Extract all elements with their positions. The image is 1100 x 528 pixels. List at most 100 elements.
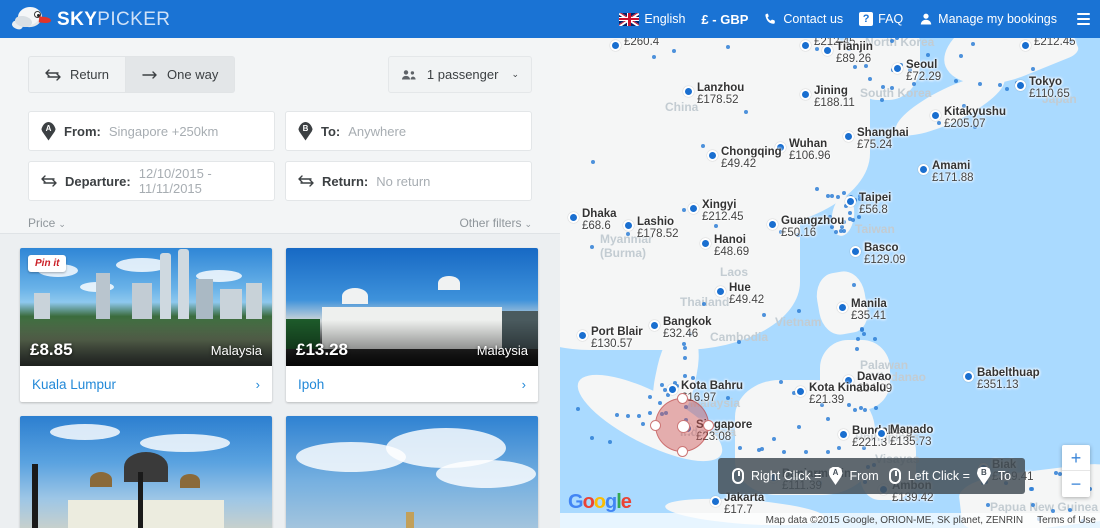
map-minor-airport-dot[interactable]: [743, 109, 748, 114]
result-card[interactable]: Pin it £8.85 Malaysia Kuala Lumpur ›: [20, 248, 272, 402]
result-card[interactable]: [20, 416, 272, 528]
map-city-dot[interactable]: [795, 386, 806, 397]
radius-handle-right[interactable]: [703, 420, 714, 431]
map-minor-airport-dot[interactable]: [998, 83, 1003, 87]
map-minor-airport-dot[interactable]: [690, 375, 695, 380]
other-filters-toggle[interactable]: Other filters ⌄: [459, 216, 532, 230]
map-zoom-controls[interactable]: + −: [1062, 445, 1090, 497]
destination-link[interactable]: Kuala Lumpur ›: [20, 366, 272, 402]
map-minor-airport-dot[interactable]: [672, 48, 677, 53]
map-city-dot[interactable]: [876, 428, 887, 439]
map-city-dot[interactable]: [930, 110, 941, 121]
map-minor-airport-dot[interactable]: [879, 97, 884, 102]
terms-of-use-link[interactable]: Terms of Use: [1037, 515, 1096, 526]
map-city-dot[interactable]: [843, 131, 854, 142]
map-minor-airport-dot[interactable]: [647, 395, 652, 400]
map-city-dot[interactable]: [918, 164, 929, 175]
map-city-dot[interactable]: [892, 63, 903, 74]
map-city-dot[interactable]: [610, 40, 621, 51]
return-date-input[interactable]: Return: No return: [285, 161, 532, 201]
language-selector[interactable]: English: [619, 12, 685, 26]
map-city-dot[interactable]: [667, 384, 678, 395]
map-minor-airport-dot[interactable]: [855, 336, 860, 341]
from-input[interactable]: A From: Singapore +250km: [28, 111, 275, 151]
map-minor-airport-dot[interactable]: [625, 232, 630, 237]
logo[interactable]: SKYPICKER: [0, 4, 170, 34]
map-city-dot[interactable]: [649, 320, 660, 331]
map-minor-airport-dot[interactable]: [825, 416, 830, 421]
map-minor-airport-dot[interactable]: [841, 191, 846, 196]
destination-link[interactable]: Ipoh ›: [286, 366, 538, 402]
map-city-dot[interactable]: [568, 212, 579, 223]
result-card[interactable]: £13.28 Malaysia Ipoh ›: [286, 248, 538, 402]
map-minor-airport-dot[interactable]: [851, 217, 856, 222]
map-minor-airport-dot[interactable]: [700, 143, 705, 148]
map-minor-airport-dot[interactable]: [641, 421, 646, 426]
map-city-dot[interactable]: [710, 496, 721, 507]
price-filter-toggle[interactable]: Price ⌄: [28, 216, 66, 230]
trip-type-return-button[interactable]: Return: [28, 56, 127, 93]
departure-date-input[interactable]: Departure: 12/10/2015 - 11/11/2015: [28, 161, 275, 201]
map-city-dot[interactable]: [707, 150, 718, 161]
map-city-dot[interactable]: [822, 45, 833, 56]
zoom-in-button[interactable]: +: [1062, 445, 1090, 471]
faq-link[interactable]: ? FAQ: [859, 12, 903, 26]
map-minor-airport-dot[interactable]: [737, 339, 742, 344]
map-minor-airport-dot[interactable]: [985, 503, 990, 508]
map-minor-airport-dot[interactable]: [657, 401, 662, 406]
map-minor-airport-dot[interactable]: [926, 53, 931, 58]
pinterest-pin-it-button[interactable]: Pin it: [28, 255, 67, 272]
map-minor-airport-dot[interactable]: [659, 382, 664, 387]
radius-handle-top[interactable]: [677, 393, 688, 404]
map-minor-airport-dot[interactable]: [608, 439, 613, 444]
map-minor-airport-dot[interactable]: [681, 341, 686, 346]
map-minor-airport-dot[interactable]: [1005, 87, 1010, 92]
map-minor-airport-dot[interactable]: [589, 244, 594, 249]
map-minor-airport-dot[interactable]: [682, 207, 686, 212]
map-minor-airport-dot[interactable]: [873, 336, 878, 341]
map-minor-airport-dot[interactable]: [778, 380, 783, 385]
hamburger-icon[interactable]: [1073, 13, 1090, 25]
map-city-dot[interactable]: [715, 286, 726, 297]
map-city-dot[interactable]: [963, 371, 974, 382]
map-minor-airport-dot[interactable]: [575, 407, 580, 412]
map-city-dot[interactable]: [837, 302, 848, 313]
map-city-dot[interactable]: [1015, 80, 1026, 91]
origin-radius-circle[interactable]: [650, 393, 714, 457]
map-city-dot[interactable]: [700, 238, 711, 249]
map-minor-airport-dot[interactable]: [797, 309, 802, 314]
map-city-dot[interactable]: [838, 429, 849, 440]
map-city-dot[interactable]: [688, 203, 699, 214]
map-minor-airport-dot[interactable]: [761, 312, 766, 317]
trip-type-oneway-button[interactable]: One way: [126, 56, 236, 93]
map-city-dot[interactable]: [845, 196, 856, 207]
result-card[interactable]: [286, 416, 538, 528]
map-city-dot[interactable]: [767, 219, 778, 230]
map-minor-airport-dot[interactable]: [590, 436, 595, 441]
map-minor-airport-dot[interactable]: [825, 193, 830, 198]
to-input[interactable]: B To: Anywhere: [285, 111, 532, 151]
contact-us-link[interactable]: Contact us: [764, 12, 843, 26]
map-minor-airport-dot[interactable]: [862, 332, 866, 337]
radius-handle-bottom[interactable]: [677, 446, 688, 457]
radius-center-handle[interactable]: [677, 420, 690, 433]
map-city-dot[interactable]: [623, 220, 634, 231]
map-minor-airport-dot[interactable]: [977, 81, 982, 86]
manage-bookings-link[interactable]: Manage my bookings: [919, 12, 1057, 26]
map-minor-airport-dot[interactable]: [863, 407, 868, 412]
map-city-dot[interactable]: [800, 40, 811, 51]
map-minor-airport-dot[interactable]: [662, 388, 667, 393]
map-city-dot[interactable]: [683, 86, 694, 97]
map-city-dot[interactable]: [800, 89, 811, 100]
map-minor-airport-dot[interactable]: [726, 44, 731, 49]
map-city-dot[interactable]: [1020, 40, 1031, 51]
radius-handle-left[interactable]: [650, 420, 661, 431]
map-minor-airport-dot[interactable]: [796, 424, 801, 429]
currency-selector[interactable]: £ - GBP: [701, 12, 748, 27]
map-minor-airport-dot[interactable]: [837, 445, 842, 450]
trip-type-toggle[interactable]: Return One way: [28, 56, 236, 93]
map-minor-airport-dot[interactable]: [590, 159, 595, 164]
map-minor-airport-dot[interactable]: [652, 54, 657, 59]
map-minor-airport-dot[interactable]: [614, 412, 619, 417]
map-minor-airport-dot[interactable]: [889, 85, 894, 90]
